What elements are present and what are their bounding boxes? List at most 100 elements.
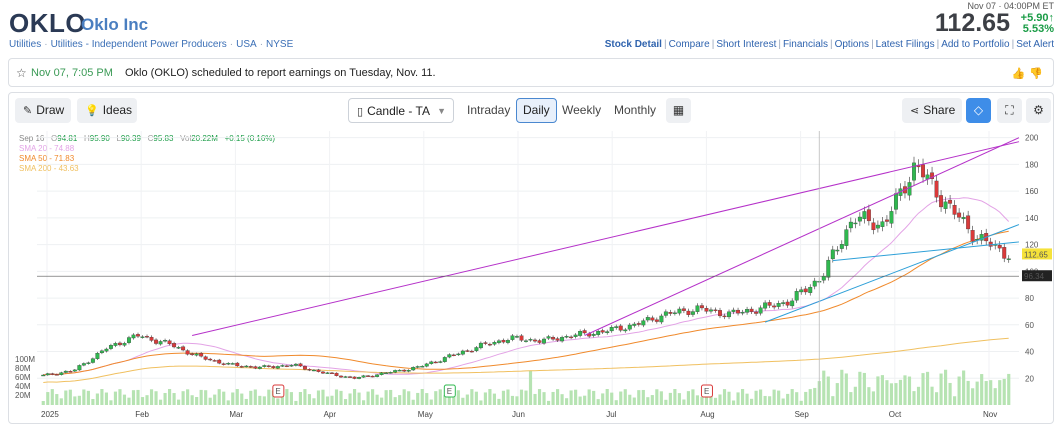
candle-body[interactable] (54, 374, 59, 376)
candle-body[interactable] (564, 336, 569, 338)
candle-body[interactable] (77, 365, 82, 371)
candle-body[interactable] (785, 301, 790, 306)
candle-body[interactable] (713, 309, 718, 312)
candle-body[interactable] (460, 350, 465, 355)
candle-body[interactable] (519, 335, 524, 341)
candle-body[interactable] (921, 164, 925, 178)
candle-body[interactable] (203, 356, 208, 360)
candle-body[interactable] (957, 212, 962, 218)
candle-body[interactable] (871, 222, 876, 231)
candle-body[interactable] (853, 222, 858, 225)
candle-body[interactable] (560, 337, 565, 342)
candle-body[interactable] (907, 182, 912, 196)
candle-body[interactable] (163, 340, 168, 342)
candle-body[interactable] (677, 308, 682, 314)
candle-body[interactable] (176, 347, 181, 349)
candle-body[interactable] (384, 372, 389, 374)
candle-body[interactable] (487, 343, 492, 346)
candle-body[interactable] (172, 343, 177, 348)
candle-body[interactable] (808, 287, 813, 293)
candle-body[interactable] (136, 334, 140, 337)
candle-body[interactable] (145, 336, 149, 338)
candle-body[interactable] (429, 361, 434, 364)
candle-body[interactable] (799, 289, 804, 293)
candle-body[interactable] (50, 373, 55, 375)
candle-body[interactable] (821, 276, 826, 281)
candle-body[interactable] (230, 363, 235, 365)
candle-body[interactable] (582, 330, 587, 334)
candle-body[interactable] (366, 375, 371, 377)
candle-body[interactable] (790, 300, 795, 307)
candle-body[interactable] (591, 333, 596, 336)
candle-body[interactable] (763, 302, 768, 309)
candle-body[interactable] (208, 358, 213, 361)
candle-body[interactable] (99, 350, 104, 354)
candle-body[interactable] (709, 309, 713, 312)
candle-body[interactable] (316, 369, 321, 372)
candle-body[interactable] (600, 330, 605, 333)
candle-body[interactable] (722, 315, 727, 318)
candle-body[interactable] (880, 221, 885, 227)
candle-body[interactable] (966, 215, 971, 230)
candle-body[interactable] (830, 249, 835, 260)
candle-body[interactable] (681, 308, 686, 311)
candle-body[interactable] (262, 365, 267, 367)
candle-body[interactable] (848, 221, 853, 229)
candle-body[interactable] (45, 373, 50, 376)
trendline-purple-lower[interactable] (584, 137, 1020, 336)
candle-body[interactable] (749, 308, 754, 312)
candle-body[interactable] (934, 180, 939, 198)
trendline-blue[interactable] (764, 224, 1020, 323)
candle-body[interactable] (190, 353, 195, 355)
candle-body[interactable] (736, 309, 741, 314)
candle-body[interactable] (181, 346, 186, 351)
candle-body[interactable] (537, 340, 542, 343)
candle-body[interactable] (510, 335, 515, 340)
candle-body[interactable] (447, 354, 452, 358)
candle-body[interactable] (546, 336, 551, 339)
candle-body[interactable] (496, 340, 501, 343)
candle-body[interactable] (609, 326, 614, 332)
candle-body[interactable] (406, 369, 411, 372)
candle-body[interactable] (293, 363, 298, 366)
candle-body[interactable] (357, 377, 362, 379)
price-chart[interactable]: 204060801001201401601802002025FebMarAprM… (9, 93, 1055, 425)
candle-body[interactable] (248, 366, 253, 368)
candle-body[interactable] (515, 336, 519, 338)
candle-body[interactable] (361, 375, 366, 378)
candle-body[interactable] (686, 310, 691, 315)
candle-body[interactable] (533, 339, 537, 342)
candle-body[interactable] (90, 358, 95, 363)
link-options[interactable]: Options (835, 39, 869, 50)
candle-body[interactable] (740, 312, 745, 314)
candle-body[interactable] (154, 339, 159, 344)
star-icon[interactable]: ☆ (16, 66, 27, 80)
link-financials[interactable]: Financials (783, 39, 828, 50)
candle-body[interactable] (343, 376, 348, 378)
link-add-to-portfolio[interactable]: Add to Portfolio (941, 39, 1009, 50)
candle-body[interactable] (781, 302, 786, 304)
candle-body[interactable] (253, 366, 258, 369)
candle-body[interactable] (551, 337, 556, 340)
candle-body[interactable] (501, 339, 506, 343)
candle-body[interactable] (388, 372, 393, 374)
candle-body[interactable] (776, 303, 781, 307)
candle-body[interactable] (194, 353, 199, 356)
candle-body[interactable] (140, 336, 145, 338)
candle-body[interactable] (284, 365, 289, 367)
candle-body[interactable] (117, 342, 122, 346)
candle-body[interactable] (826, 259, 831, 278)
candle-body[interactable] (158, 341, 163, 345)
link-stock-detail[interactable]: Stock Detail (605, 39, 662, 50)
candle-body[interactable] (167, 340, 172, 345)
candle-body[interactable] (280, 365, 285, 367)
crumb-exchange[interactable]: NYSE (266, 39, 293, 50)
candle-body[interactable] (690, 311, 695, 315)
candle-body[interactable] (1006, 258, 1011, 260)
crumb-industry[interactable]: Utilities - Independent Power Producers (51, 39, 227, 50)
candle-body[interactable] (442, 357, 447, 362)
candle-body[interactable] (411, 367, 416, 371)
candle-body[interactable] (555, 338, 560, 341)
candle-body[interactable] (654, 319, 659, 322)
candle-body[interactable] (289, 365, 294, 367)
